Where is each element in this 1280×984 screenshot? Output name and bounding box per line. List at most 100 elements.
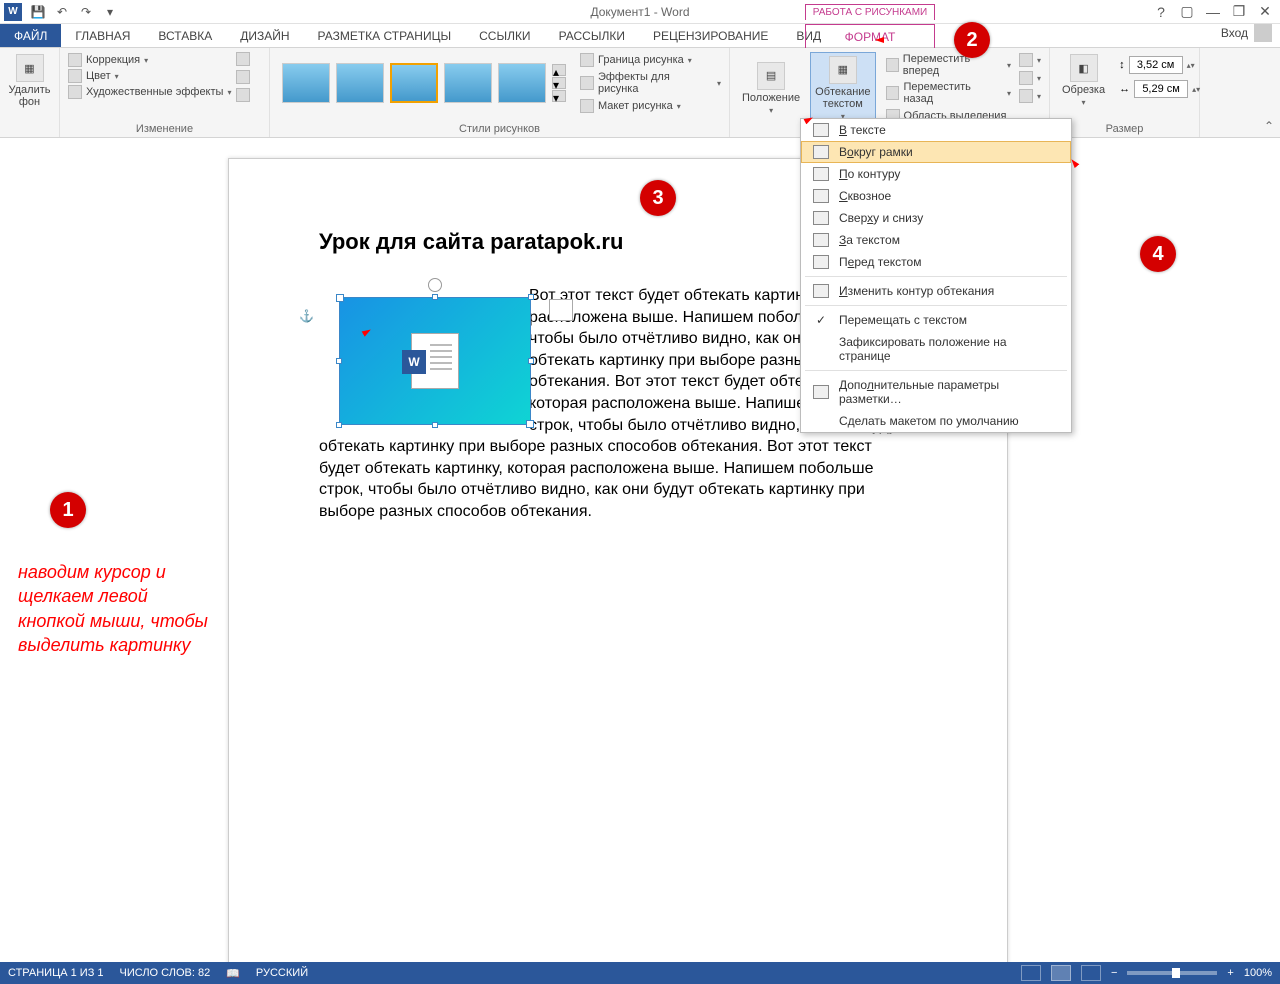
zoom-level[interactable]: 100% [1244, 967, 1272, 979]
width-stepper[interactable]: ▴▾ [1192, 85, 1200, 94]
status-words[interactable]: ЧИСЛО СЛОВ: 82 [120, 967, 211, 979]
position-button[interactable]: ▤ Положение ▾ [738, 52, 804, 124]
anchor-icon: ⚓ [299, 309, 314, 323]
minimize-icon[interactable]: — [1204, 3, 1222, 21]
wrap-more-options[interactable]: Дополнительные параметры разметки… [801, 374, 1071, 410]
rotate-button[interactable]: ▾ [1019, 88, 1041, 104]
corrections-button[interactable]: Коррекция▾ [68, 52, 261, 68]
wrap-square[interactable]: Вокруг рамки [801, 141, 1071, 163]
resize-handle[interactable] [336, 422, 342, 428]
wrap-tight[interactable]: По контуру [801, 163, 1071, 185]
zoom-in-icon[interactable]: + [1227, 967, 1233, 979]
wrap-move-with-text[interactable]: ✓Перемещать с текстом [801, 309, 1071, 331]
signin-area[interactable]: Вход [1221, 24, 1272, 42]
tab-review[interactable]: РЕЦЕНЗИРОВАНИЕ [639, 24, 782, 47]
qat-customize-icon[interactable]: ▾ [102, 4, 118, 20]
picture-effects-button[interactable]: Эффекты для рисунка▾ [580, 70, 721, 96]
menu-separator [805, 276, 1067, 277]
tab-home[interactable]: ГЛАВНАЯ [61, 24, 144, 47]
tab-design[interactable]: ДИЗАЙН [226, 24, 303, 47]
view-web-layout[interactable] [1081, 965, 1101, 981]
wrap-through[interactable]: Сквозное [801, 185, 1071, 207]
status-bar: СТРАНИЦА 1 ИЗ 1 ЧИСЛО СЛОВ: 82 📖 РУССКИЙ… [0, 962, 1280, 984]
reset-picture-icon[interactable] [236, 88, 250, 102]
group-button[interactable]: ▾ [1019, 70, 1041, 86]
wrap-topbottom-icon [813, 211, 829, 225]
group-adjust: Коррекция▾ Цвет▾ Художественные эффекты▾… [60, 48, 270, 137]
wrap-text-button[interactable]: ▦ Обтекание текстом ▾ [810, 52, 875, 124]
help-icon[interactable]: ? [1152, 3, 1170, 21]
redo-icon[interactable]: ↷ [78, 4, 94, 20]
status-proofing-icon[interactable]: 📖 [226, 967, 240, 980]
wrap-tight-icon [813, 167, 829, 181]
align-button[interactable]: ▾ [1019, 52, 1041, 68]
inserted-picture[interactable]: W [339, 297, 531, 425]
width-input[interactable] [1134, 80, 1188, 98]
tab-mailings[interactable]: РАССЫЛКИ [545, 24, 639, 47]
resize-handle[interactable] [528, 358, 534, 364]
style-thumb[interactable] [282, 63, 330, 103]
height-stepper[interactable]: ▴▾ [1187, 61, 1195, 70]
picture-styles-gallery[interactable]: ▴ ▾ ▾ [278, 59, 570, 107]
align-icon [1019, 53, 1033, 67]
wrap-edit-points[interactable]: Изменить контур обтекания [801, 280, 1071, 302]
wrap-behind-icon [813, 233, 829, 247]
bring-forward-button[interactable]: Переместить вперед▾ [886, 52, 1011, 78]
ribbon-collapse-icon[interactable]: ⌃ [1264, 119, 1274, 133]
window-controls: ? ▢ — ❐ ✕ [1152, 3, 1274, 21]
tab-file[interactable]: ФАЙЛ [0, 24, 61, 47]
tab-insert[interactable]: ВСТАВКА [144, 24, 226, 47]
resize-handle[interactable] [432, 422, 438, 428]
avatar-icon [1254, 24, 1272, 42]
change-picture-icon[interactable] [236, 70, 250, 84]
annotation-badge-1: 1 [50, 492, 86, 528]
view-read-mode[interactable] [1021, 965, 1041, 981]
tab-references[interactable]: ССЫЛКИ [465, 24, 544, 47]
wrap-set-default[interactable]: Сделать макетом по умолчанию [801, 410, 1071, 432]
undo-icon[interactable]: ↶ [54, 4, 70, 20]
style-thumb-selected[interactable] [390, 63, 438, 103]
picture-border-button[interactable]: Граница рисунка▾ [580, 52, 721, 68]
status-page[interactable]: СТРАНИЦА 1 ИЗ 1 [8, 967, 104, 979]
close-icon[interactable]: ✕ [1256, 3, 1274, 21]
group-size: ◧ Обрезка ▾ ↕ ▴▾ ↔ ▴▾ Размер [1050, 48, 1200, 137]
gallery-up-icon[interactable]: ▴ [552, 64, 566, 76]
resize-handle[interactable] [336, 358, 342, 364]
picture-layout-button[interactable]: Макет рисунка▾ [580, 98, 721, 114]
ribbon-options-icon[interactable]: ▢ [1178, 3, 1196, 21]
resize-handle[interactable] [528, 294, 534, 300]
save-icon[interactable]: 💾 [30, 4, 46, 20]
rotate-handle[interactable] [428, 278, 442, 292]
zoom-slider[interactable] [1127, 971, 1217, 975]
wrap-fix-position[interactable]: Зафиксировать положение на странице [801, 331, 1071, 367]
style-thumb[interactable] [336, 63, 384, 103]
restore-icon[interactable]: ❐ [1230, 3, 1248, 21]
status-language[interactable]: РУССКИЙ [256, 967, 308, 979]
artistic-button[interactable]: Художественные эффекты▾ [68, 84, 261, 100]
view-print-layout[interactable] [1051, 965, 1071, 981]
wrap-topbottom[interactable]: Сверху и снизу [801, 207, 1071, 229]
style-thumb[interactable] [444, 63, 492, 103]
style-thumb[interactable] [498, 63, 546, 103]
tab-format[interactable]: ФОРМАТ [805, 24, 935, 48]
wrap-inline[interactable]: В тексте [801, 119, 1071, 141]
gallery-down-icon[interactable]: ▾ [552, 77, 566, 89]
remove-bg-button[interactable]: ▦ Удалить фон [8, 52, 51, 110]
menu-separator [805, 370, 1067, 371]
wrap-front[interactable]: Перед текстом [801, 251, 1071, 273]
menu-separator [805, 305, 1067, 306]
crop-icon: ◧ [1070, 54, 1098, 82]
wrap-behind[interactable]: За текстом [801, 229, 1071, 251]
resize-handle[interactable] [432, 294, 438, 300]
zoom-out-icon[interactable]: − [1111, 967, 1117, 979]
gallery-more-icon[interactable]: ▾ [552, 90, 566, 102]
height-input[interactable] [1129, 56, 1183, 74]
color-button[interactable]: Цвет▾ [68, 68, 261, 84]
send-backward-button[interactable]: Переместить назад▾ [886, 80, 1011, 106]
compress-icon[interactable] [236, 52, 250, 66]
crop-button[interactable]: ◧ Обрезка ▾ [1058, 52, 1109, 109]
corrections-icon [68, 53, 82, 67]
tab-layout[interactable]: РАЗМЕТКА СТРАНИЦЫ [304, 24, 466, 47]
layout-options-icon[interactable] [549, 299, 573, 321]
titlebar: W 💾 ↶ ↷ ▾ Документ1 - Word РАБОТА С РИСУ… [0, 0, 1280, 24]
